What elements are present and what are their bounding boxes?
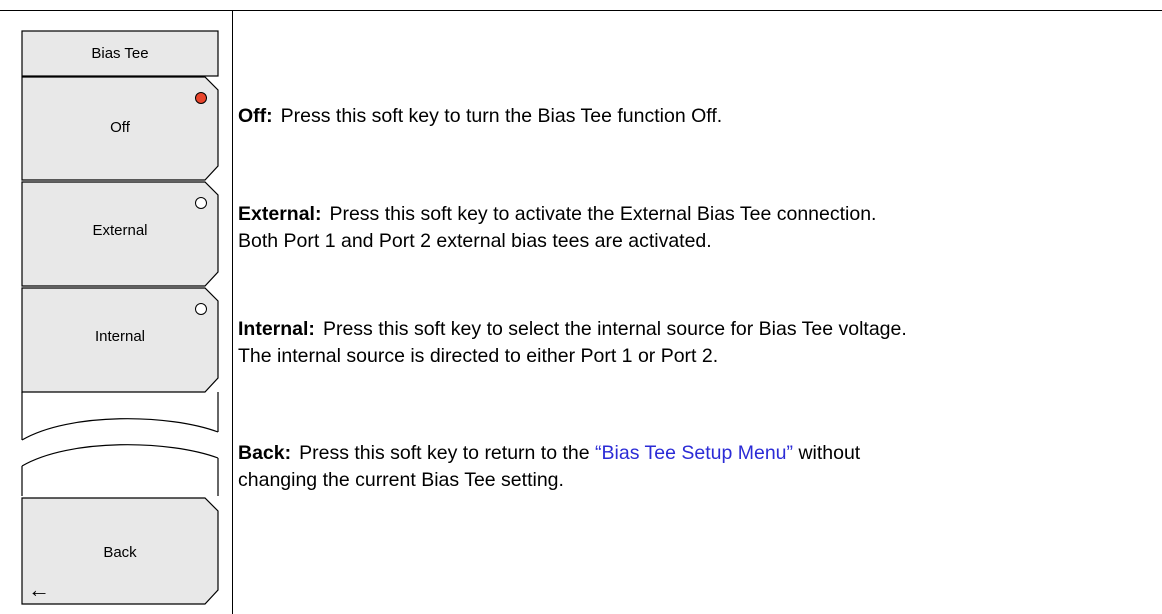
external-text-line1: Press this soft key to activate the Exte… bbox=[329, 203, 877, 225]
back-term: Back: bbox=[238, 442, 292, 464]
external-text-line2: Both Port 1 and Port 2 external bias tee… bbox=[238, 230, 712, 252]
off-radio-icon bbox=[195, 92, 207, 104]
break-line-bottom bbox=[21, 444, 219, 467]
back-description: Back: Press this soft key to return to th… bbox=[238, 440, 1158, 494]
external-term: External: bbox=[238, 203, 322, 225]
internal-text-line1: Press this soft key to select the intern… bbox=[322, 318, 907, 340]
external-description: External: Press this soft key to activate… bbox=[238, 201, 1158, 255]
soft-key-menu bbox=[21, 30, 219, 605]
internal-key-label: Internal bbox=[94, 328, 146, 345]
break-line-top bbox=[21, 418, 219, 441]
back-key-label: Back bbox=[103, 544, 137, 561]
off-term: Off: bbox=[238, 105, 273, 127]
internal-text-line2: The internal source is directed to eithe… bbox=[238, 345, 719, 367]
menu-title: Bias Tee bbox=[91, 45, 149, 62]
back-text-before: Press this soft key to return to the bbox=[299, 442, 590, 464]
internal-term: Internal: bbox=[238, 318, 315, 340]
off-key-label: Off bbox=[110, 119, 130, 136]
off-description: Off: Press this soft key to turn the Bias… bbox=[238, 103, 1158, 130]
back-text-after: without bbox=[798, 442, 861, 464]
back-text-line2: changing the current Bias Tee setting. bbox=[238, 469, 564, 491]
off-text: Press this soft key to turn the Bias Tee… bbox=[280, 105, 723, 127]
bias-tee-setup-menu-link[interactable]: “Bias Tee Setup Menu” bbox=[595, 442, 793, 464]
back-arrow-icon: ← bbox=[28, 577, 50, 602]
internal-description: Internal: Press this soft key to select t… bbox=[238, 316, 1158, 370]
internal-radio-icon bbox=[195, 303, 207, 315]
external-key-label: External bbox=[92, 222, 148, 239]
external-radio-icon bbox=[195, 197, 207, 209]
